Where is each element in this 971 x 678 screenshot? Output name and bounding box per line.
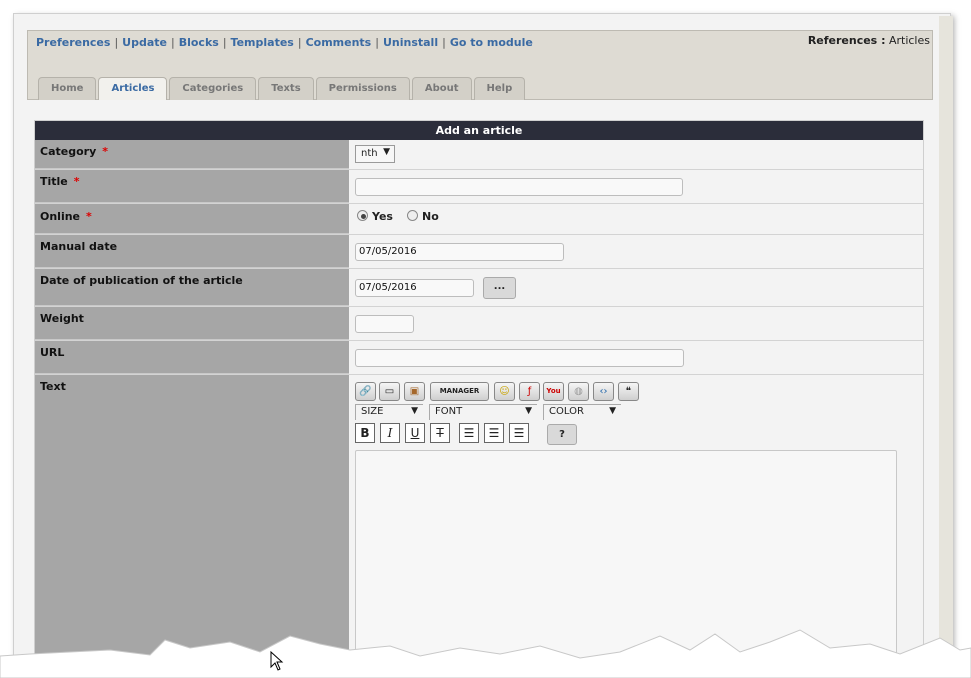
category-select[interactable]: nth ▼ [355,145,395,163]
flash-icon[interactable]: ƒ [519,382,540,401]
torn-edge-decoration [0,629,971,678]
link-icon[interactable]: 🔗 [355,382,376,401]
row-online: Online * Yes No [35,204,923,235]
chevron-down-icon: ▼ [411,406,418,416]
link-templates[interactable]: Templates [231,36,294,49]
mouse-cursor-icon [270,651,284,671]
radio-checked-icon[interactable] [357,210,368,221]
online-no[interactable]: No [407,210,439,223]
tab-about[interactable]: About [411,77,472,100]
online-yes[interactable]: Yes [357,210,393,223]
publication-date-input[interactable]: 07/05/2016 [355,279,474,297]
size-select[interactable]: SIZE ▼ [355,404,423,420]
image-manager-icon[interactable]: MANAGER [430,382,489,401]
wiki-icon[interactable]: ◍ [568,382,589,401]
title-label: Title * [35,170,349,203]
smiley-icon[interactable]: ☺ [494,382,515,401]
tab-help[interactable]: Help [473,77,526,100]
align-center-icon[interactable]: ☰ [484,423,504,443]
references-indicator: References : Articles [808,34,930,47]
references-label: References : [807,34,886,47]
weight-label: Weight [35,307,349,340]
youtube-icon[interactable]: You [543,382,564,401]
bold-button[interactable]: B [355,423,375,443]
date-picker-button[interactable]: ... [483,277,516,299]
tab-permissions[interactable]: Permissions [315,77,410,100]
category-label: Category * [35,140,349,169]
link-blocks[interactable]: Blocks [179,36,219,49]
picture-icon[interactable]: ▣ [404,382,425,401]
chevron-down-icon: ▼ [525,406,532,416]
align-left-icon[interactable]: ☰ [459,423,479,443]
weight-input[interactable] [355,315,414,333]
url-input[interactable] [355,349,684,367]
image-icon[interactable]: ▭ [379,382,400,401]
tab-categories[interactable]: Categories [169,77,257,100]
row-weight: Weight [35,307,923,341]
references-value: Articles [888,34,930,47]
window-shadow [939,16,953,666]
chevron-down-icon: ▼ [383,147,390,157]
tab-texts[interactable]: Texts [258,77,314,100]
tab-articles[interactable]: Articles [98,77,168,100]
row-manual-date: Manual date 07/05/2016 [35,235,923,269]
quote-icon[interactable]: ❝ [618,382,639,401]
font-select[interactable]: FONT ▼ [429,404,537,420]
tab-bar: Home Articles Categories Texts Permissio… [38,77,527,100]
strikethrough-button[interactable]: T [430,423,450,443]
italic-button[interactable]: I [380,423,400,443]
link-preferences[interactable]: Preferences [36,36,110,49]
link-uninstall[interactable]: Uninstall [383,36,438,49]
row-url: URL [35,341,923,375]
row-publication-date: Date of publication of the article 07/05… [35,269,923,307]
align-right-icon[interactable]: ☰ [509,423,529,443]
publication-date-label: Date of publication of the article [35,269,349,306]
row-category: Category * nth ▼ [35,140,923,170]
required-mark: * [102,145,109,158]
color-select[interactable]: COLOR ▼ [543,404,621,420]
admin-header: Preferences | Update | Blocks | Templates | Comm… [27,30,933,100]
url-label: URL [35,341,349,374]
title-input[interactable] [355,178,683,196]
help-button[interactable]: ? [547,424,577,445]
code-icon[interactable]: ‹› [593,382,614,401]
radio-unchecked-icon[interactable] [407,210,418,221]
underline-button[interactable]: U [405,423,425,443]
form-title: Add an article [35,121,923,140]
online-label: Online * [35,204,349,234]
row-title: Title * [35,170,923,204]
tab-home[interactable]: Home [38,77,97,100]
link-go-to-module[interactable]: Go to module [450,36,533,49]
admin-links: Preferences | Update | Blocks | Templates | Comm… [36,36,533,49]
manual-date-input[interactable]: 07/05/2016 [355,243,564,261]
chevron-down-icon: ▼ [609,406,616,416]
add-article-form: Add an article Category * nth ▼ Title * Onl… [34,120,924,678]
manual-date-label: Manual date [35,235,349,268]
link-comments[interactable]: Comments [306,36,372,49]
link-update[interactable]: Update [122,36,167,49]
